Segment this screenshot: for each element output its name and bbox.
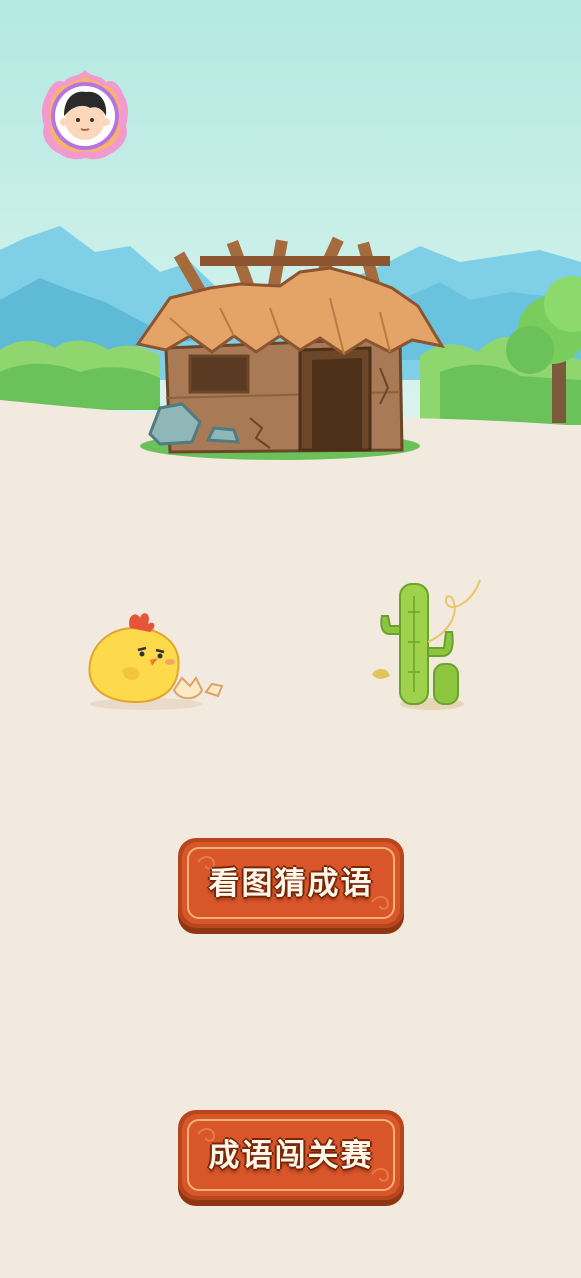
- cactus: [368, 572, 484, 712]
- guess-idiom-label: 看图猜成语: [208, 866, 374, 902]
- broken-hut-icon: [135, 236, 446, 460]
- idiom-challenge-button[interactable]: 成语闯关赛: [176, 1108, 406, 1208]
- hatching-chick: [78, 604, 230, 714]
- idiom-challenge-label: 成语闯关赛: [208, 1138, 374, 1174]
- game-scene: 看图猜成语 成语闯关赛: [0, 0, 581, 1278]
- guess-idiom-button[interactable]: 看图猜成语: [176, 836, 406, 936]
- player-avatar[interactable]: [40, 66, 130, 162]
- broken-hut: [130, 228, 450, 468]
- cactus-icon: [372, 579, 481, 710]
- player-avatar-icon: [42, 70, 128, 160]
- hatching-chick-icon: [88, 613, 224, 710]
